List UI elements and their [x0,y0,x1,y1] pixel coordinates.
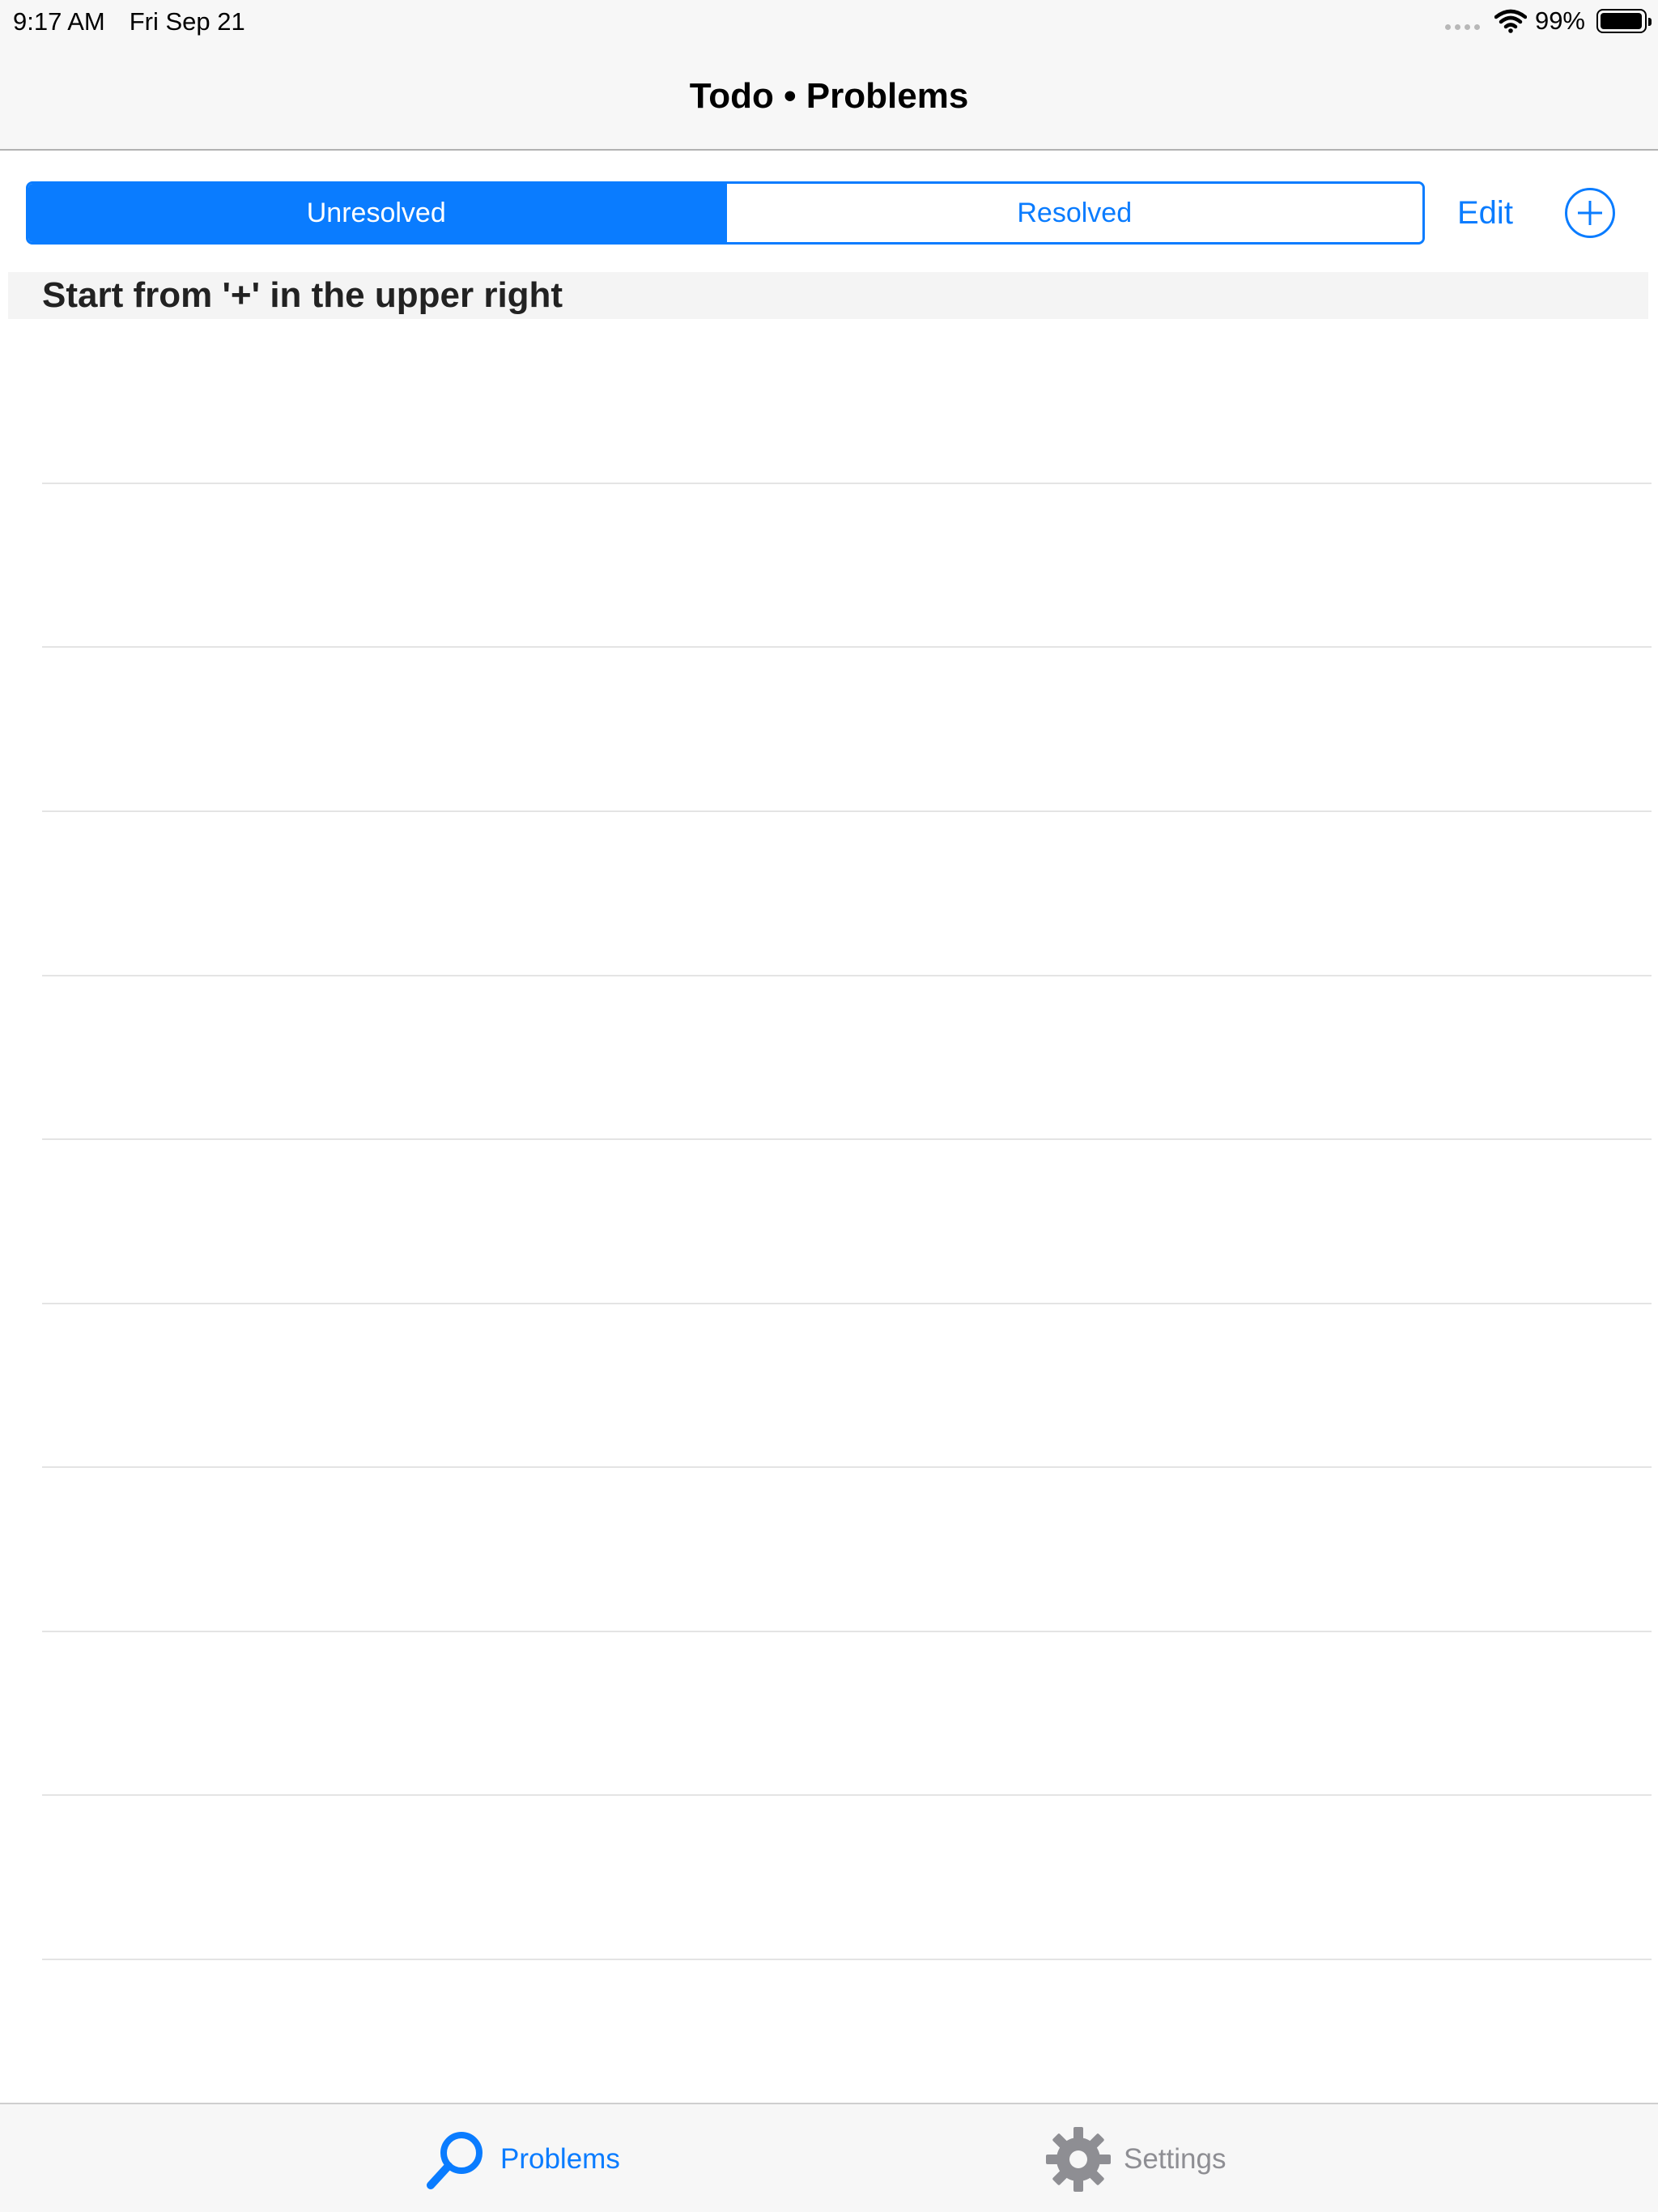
page-title: Todo • Problems [689,76,969,116]
status-time: 9:17 AM [13,7,105,36]
status-segmented-control: Unresolved Resolved [26,181,1425,245]
wifi-icon [1494,9,1527,33]
segment-unresolved[interactable]: Unresolved [28,184,725,242]
edit-button[interactable]: Edit [1457,188,1513,238]
tab-settings-label: Settings [1124,2143,1226,2175]
row-separator [42,1303,1652,1304]
magnifier-icon [427,2132,483,2189]
status-date: Fri Sep 21 [129,7,245,36]
battery-nub [1648,18,1652,26]
gear-icon [1046,2127,1111,2192]
plus-circle-icon[interactable] [1565,188,1615,238]
list-section-header: Start from '+' in the upper right [8,272,1648,319]
tab-bar: Problems Settings [0,2103,1658,2212]
row-separator [42,1138,1652,1140]
tab-problems[interactable]: Problems [421,2125,620,2193]
navigation-bar: Todo • Problems [0,45,1658,151]
battery-percent: 99% [1534,6,1585,35]
battery-fill [1601,13,1643,29]
row-separator [42,810,1652,812]
row-separator [42,1631,1652,1632]
status-left: 9:17 AM Fri Sep 21 [13,7,245,36]
battery-icon [1596,9,1652,33]
status-right: 99% [1444,6,1652,36]
status-bar: 9:17 AM Fri Sep 21 99% [0,0,1658,45]
row-separator [42,483,1652,484]
segment-resolved[interactable]: Resolved [724,184,1422,242]
tab-problems-label: Problems [500,2143,620,2175]
signal-dots-icon [1444,23,1480,30]
row-separator [42,1466,1652,1468]
row-separator [42,1794,1652,1796]
row-separator [42,975,1652,976]
row-separator [42,1959,1652,1960]
row-separator [42,646,1652,648]
tab-settings[interactable]: Settings [1044,2125,1226,2193]
